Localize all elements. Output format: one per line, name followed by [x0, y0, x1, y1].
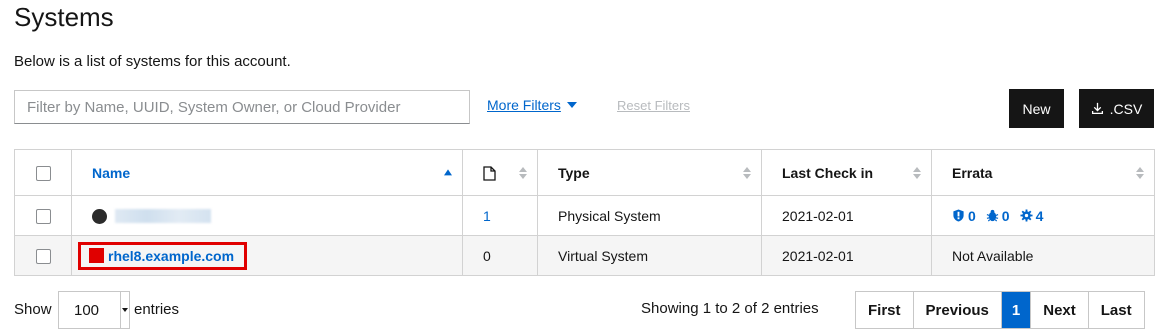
document-icon [483, 166, 496, 181]
sort-ascending-icon [444, 168, 452, 175]
entries-per-page-value: 100 [74, 301, 100, 319]
export-csv-button[interactable]: .CSV [1079, 89, 1154, 128]
entries-label: entries [134, 301, 180, 318]
type-cell: Physical System [537, 195, 762, 236]
row-checkbox[interactable] [35, 248, 51, 264]
bug-icon [986, 209, 999, 222]
caret-down-icon [566, 102, 577, 108]
shield-icon [953, 209, 964, 222]
select-caret-icon [120, 292, 129, 328]
next-page-button[interactable]: Next [1031, 292, 1089, 328]
column-errata-label: Errata [952, 164, 993, 181]
export-csv-label: .CSV [1109, 100, 1143, 117]
showing-entries-text: Showing 1 to 2 of 2 entries [641, 300, 819, 317]
more-filters-label: More Filters [487, 97, 561, 113]
pagination: First Previous 1 Next Last [855, 291, 1145, 329]
errata-cell: 0 0 4 [931, 195, 1155, 236]
previous-page-button[interactable]: Previous [913, 292, 1002, 328]
last-page-button[interactable]: Last [1088, 292, 1144, 328]
column-header-last-check-in[interactable]: Last Check in [761, 149, 932, 196]
filter-input[interactable] [14, 90, 470, 124]
select-all-cell [14, 149, 72, 196]
column-header-name[interactable]: Name [71, 149, 463, 196]
column-type-label: Type [558, 164, 590, 181]
table-row: rhel8.example.com 0 Virtual System 2021-… [14, 235, 1155, 276]
systems-table: Name Type Last Check in Errata 1 Physica… [14, 149, 1155, 276]
enhancement-errata-count: 4 [1035, 207, 1044, 224]
bugfix-errata-link[interactable]: 0 [986, 208, 1010, 224]
last-check-in-cell: 2021-02-01 [761, 195, 932, 236]
show-label: Show [14, 301, 52, 318]
packages-link[interactable]: 1 [483, 208, 491, 224]
system-status-icon [89, 248, 104, 263]
new-button[interactable]: New [1009, 89, 1064, 128]
select-all-checkbox[interactable] [35, 165, 51, 181]
table-row: 1 Physical System 2021-02-01 0 0 4 [14, 195, 1155, 236]
column-name-label: Name [92, 164, 131, 181]
bugfix-errata-count: 0 [1001, 207, 1010, 224]
system-name-cell: rhel8.example.com [71, 235, 463, 276]
sort-icon [913, 166, 921, 179]
security-errata-count: 0 [968, 207, 976, 224]
sort-icon [743, 166, 751, 179]
enhancement-errata-link[interactable]: 4 [1020, 207, 1044, 224]
system-name-link[interactable]: rhel8.example.com [108, 248, 234, 264]
packages-cell: 1 [462, 195, 538, 236]
page-subtitle: Below is a list of systems for this acco… [14, 53, 291, 70]
reset-filters-button[interactable]: Reset Filters [617, 98, 690, 113]
errata-cell: Not Available [931, 235, 1155, 276]
sort-icon [1136, 166, 1144, 179]
column-header-packages[interactable] [462, 149, 538, 196]
first-page-button[interactable]: First [856, 292, 914, 328]
gears-icon [1020, 209, 1033, 222]
column-last-check-in-label: Last Check in [782, 164, 874, 181]
type-cell: Virtual System [537, 235, 762, 276]
highlight-annotation: rhel8.example.com [78, 241, 248, 270]
row-checkbox[interactable] [35, 208, 51, 224]
download-icon [1091, 102, 1103, 115]
sort-icon [519, 166, 527, 179]
system-status-icon [92, 208, 107, 224]
row-select-cell [14, 235, 72, 276]
redacted-system-name[interactable] [114, 209, 211, 224]
more-filters-button[interactable]: More Filters [487, 97, 577, 113]
current-page-button[interactable]: 1 [1001, 292, 1032, 328]
entries-per-page-select[interactable]: 100 [58, 291, 130, 329]
last-check-in-cell: 2021-02-01 [761, 235, 932, 276]
security-errata-link[interactable]: 0 [952, 208, 976, 224]
page-title: Systems [14, 2, 114, 32]
row-select-cell [14, 195, 72, 236]
table-header-row: Name Type Last Check in Errata [14, 149, 1155, 196]
column-header-errata[interactable]: Errata [931, 149, 1155, 196]
packages-cell: 0 [462, 235, 538, 276]
column-header-type[interactable]: Type [537, 149, 762, 196]
system-name-cell [71, 195, 463, 236]
